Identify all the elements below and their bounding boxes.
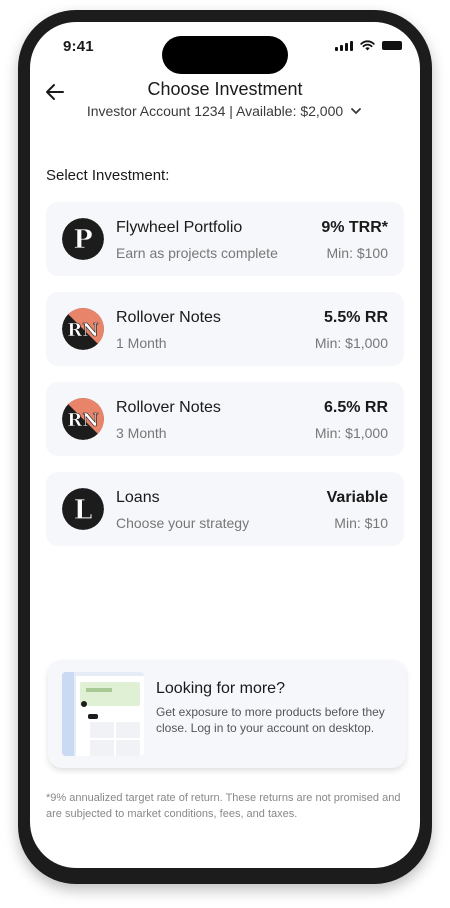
investment-rate: 5.5% RR [323,309,388,326]
svg-text:L: L [74,495,93,526]
investment-description: 1 Month [116,335,167,351]
investment-card-flywheel-portfolio[interactable]: P Flywheel Portfolio Earn as projects co… [46,202,404,276]
investment-name: Loans [116,489,160,506]
investment-rate: 9% TRR* [321,219,388,236]
investment-minimum: Min: $100 [326,245,388,261]
investment-description: Choose your strategy [116,515,250,531]
promo-card-desktop[interactable]: Looking for more? Get exposure to more p… [48,660,406,768]
status-bar: 9:41 [30,22,420,74]
rollover-notes-logo: RN [62,398,104,440]
investment-minimum: Min: $1,000 [314,335,388,351]
investment-card-loans[interactable]: L Loans Choose your strategy Variable Mi… [46,472,404,546]
account-selector-label: Investor Account 1234 | Available: $2,00… [86,103,344,119]
dynamic-island [162,36,288,74]
cellular-signal-icon [335,40,353,51]
promo-title: Looking for more? [156,680,285,697]
app-screen: 9:41 Choose Investment Investor Account … [30,22,420,868]
disclaimer-footnote: *9% annualized target rate of return. Th… [46,792,401,820]
svg-text:P: P [73,225,93,255]
investment-minimum: Min: $10 [334,515,388,531]
page-title: Choose Investment [147,79,303,99]
investment-card-rollover-notes-1-month[interactable]: RN Rollover Notes 1 Month 5.5% RR Min: $… [46,292,404,366]
investment-name: Flywheel Portfolio [116,219,243,236]
investment-name: Rollover Notes [116,309,221,326]
rollover-notes-logo: RN [62,308,104,350]
desktop-preview-thumbnail [62,672,144,756]
investment-description: 3 Month [116,425,167,441]
battery-icon [382,41,402,50]
flywheel-portfolio-logo: P [62,218,104,260]
account-selector[interactable]: Investor Account 1234 | Available: $2,00… [30,103,420,119]
status-icons [335,40,402,51]
investment-description: Earn as projects complete [116,245,278,261]
promo-text: Get exposure to more products before the… [156,705,385,735]
section-label: Select Investment: [46,167,170,184]
loans-logo: L [62,488,104,530]
investment-rate: 6.5% RR [323,399,388,416]
wifi-icon [360,40,375,51]
svg-text:RN: RN [67,320,98,341]
investment-minimum: Min: $1,000 [314,425,388,441]
investment-rate: Variable [326,489,388,506]
investment-name: Rollover Notes [116,399,221,416]
svg-text:RN: RN [67,410,98,431]
status-time: 9:41 [63,38,94,55]
investment-card-rollover-notes-3-month[interactable]: RN Rollover Notes 3 Month 6.5% RR Min: $… [46,382,404,456]
chevron-down-icon [351,108,362,114]
